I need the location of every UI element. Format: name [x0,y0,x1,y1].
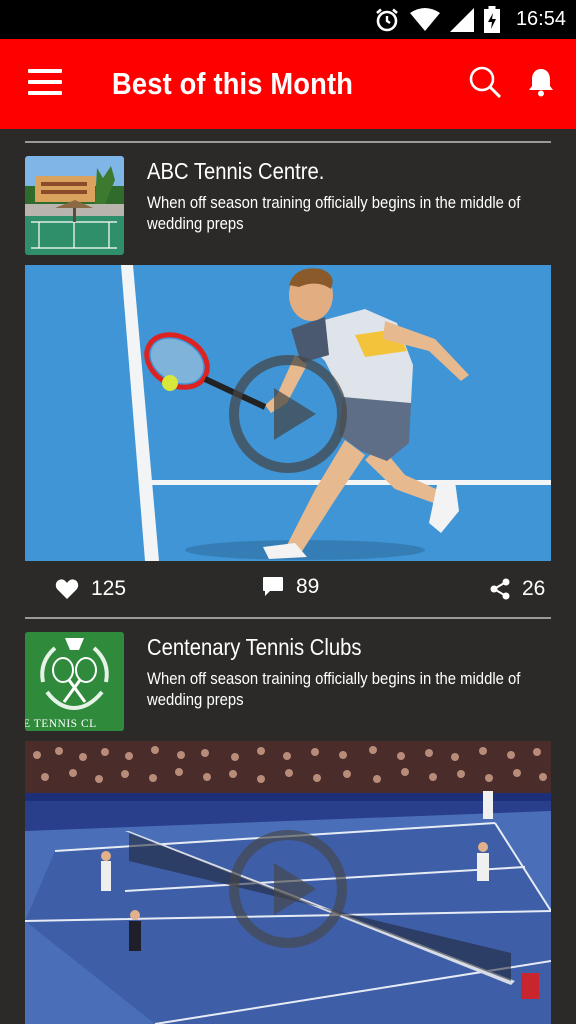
feed: ABC Tennis Centre. When off season train… [25,141,551,1024]
card-description: When off season training officially begi… [147,670,521,709]
notifications-button[interactable] [528,67,554,102]
play-button[interactable] [228,354,348,474]
alarm-icon [374,7,400,33]
app-bar: Best of this Month [0,39,576,129]
heart-icon [55,579,79,599]
comment-icon [263,577,283,596]
card-description: When off season training officially begi… [147,194,521,233]
battery-charging-icon [483,6,500,33]
likes-count: 125 [91,577,127,600]
card-stats: 125 89 26 [25,561,551,617]
venue-thumbnail[interactable] [25,156,124,255]
share-icon [490,578,510,600]
card-title: Centenary Tennis Clubs [147,634,362,660]
page-title: Best of this Month [112,66,354,101]
play-button[interactable] [228,829,348,949]
comment-button[interactable]: 89 [262,559,319,615]
play-icon [229,830,347,948]
video-thumbnail[interactable] [25,741,551,1024]
feed-card[interactable]: ABC Tennis Centre. When off season train… [25,143,551,617]
share-button[interactable]: 26 [490,561,545,617]
search-button[interactable] [468,65,502,104]
club-logo-text: E TENNIS CL [25,718,97,730]
status-time: 16:54 [515,8,566,30]
card-title: ABC Tennis Centre. [147,158,325,184]
status-bar: 16:54 [0,0,576,39]
card-header: ABC Tennis Centre. When off season train… [25,143,551,265]
club-logo[interactable]: E TENNIS CL [25,632,124,731]
feed-card[interactable]: E TENNIS CL Centenary Tennis Clubs When … [25,619,551,1024]
notification-bell-icon [529,68,553,96]
shares-count: 26 [522,577,546,600]
menu-icon [28,68,62,100]
search-icon [469,66,502,98]
signal-icon [449,7,474,32]
menu-button[interactable] [0,39,90,129]
like-button[interactable]: 125 [55,561,126,617]
comments-count: 89 [296,575,320,598]
wifi-icon [409,7,440,32]
play-icon [229,355,347,473]
video-thumbnail[interactable] [25,265,551,561]
card-header: E TENNIS CL Centenary Tennis Clubs When … [25,619,551,741]
